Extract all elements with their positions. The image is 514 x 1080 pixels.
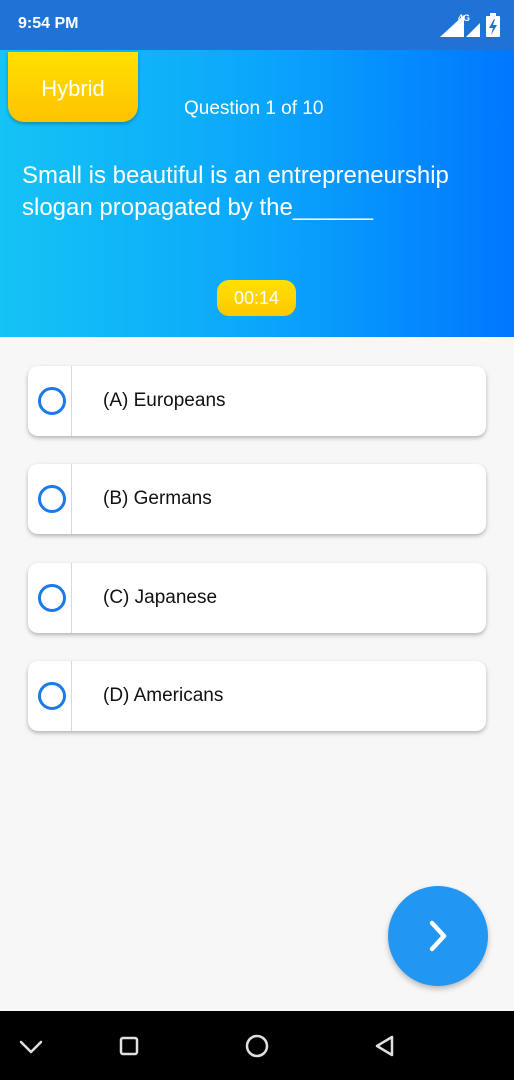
collapse-chevron-icon[interactable] <box>16 1031 46 1061</box>
status-icons: 4G <box>440 13 500 37</box>
category-badge: Hybrid <box>8 52 138 122</box>
option-label: (C) Japanese <box>103 587 218 608</box>
countdown-timer: 00:14 <box>217 280 296 316</box>
option-label: (B) Germans <box>103 488 212 509</box>
chevron-right-icon <box>424 917 452 955</box>
radio-icon[interactable] <box>38 682 66 710</box>
option-c[interactable]: (C) Japanese <box>28 563 486 633</box>
option-a[interactable]: (A) Europeans <box>28 366 486 436</box>
category-label: Hybrid <box>41 76 105 101</box>
option-divider <box>71 366 72 436</box>
recents-square-icon[interactable] <box>114 1031 144 1061</box>
option-b[interactable]: (B) Germans <box>28 464 486 534</box>
radio-icon[interactable] <box>38 387 66 415</box>
question-header: Hybrid Question 1 of 10 Small is beautif… <box>0 50 514 337</box>
option-divider <box>71 661 72 731</box>
option-divider <box>71 464 72 534</box>
network-type-label: 4G <box>458 13 471 23</box>
back-triangle-icon[interactable] <box>370 1031 400 1061</box>
status-bar: 9:54 PM 4G <box>0 0 514 50</box>
status-time: 9:54 PM <box>18 15 79 32</box>
radio-icon[interactable] <box>38 485 66 513</box>
option-label: (D) Americans <box>103 685 224 706</box>
next-question-button[interactable] <box>388 886 488 986</box>
signal-icon: 4G <box>440 13 480 37</box>
battery-charging-icon <box>486 13 500 37</box>
option-label: (A) Europeans <box>103 390 226 411</box>
radio-icon[interactable] <box>38 584 66 612</box>
option-divider <box>71 563 72 633</box>
home-circle-icon[interactable] <box>242 1031 272 1061</box>
system-navigation-bar <box>0 1011 514 1080</box>
option-d[interactable]: (D) Americans <box>28 661 486 731</box>
question-counter: Question 1 of 10 <box>184 98 324 119</box>
question-text: Small is beautiful is an entrepreneurshi… <box>22 162 449 221</box>
